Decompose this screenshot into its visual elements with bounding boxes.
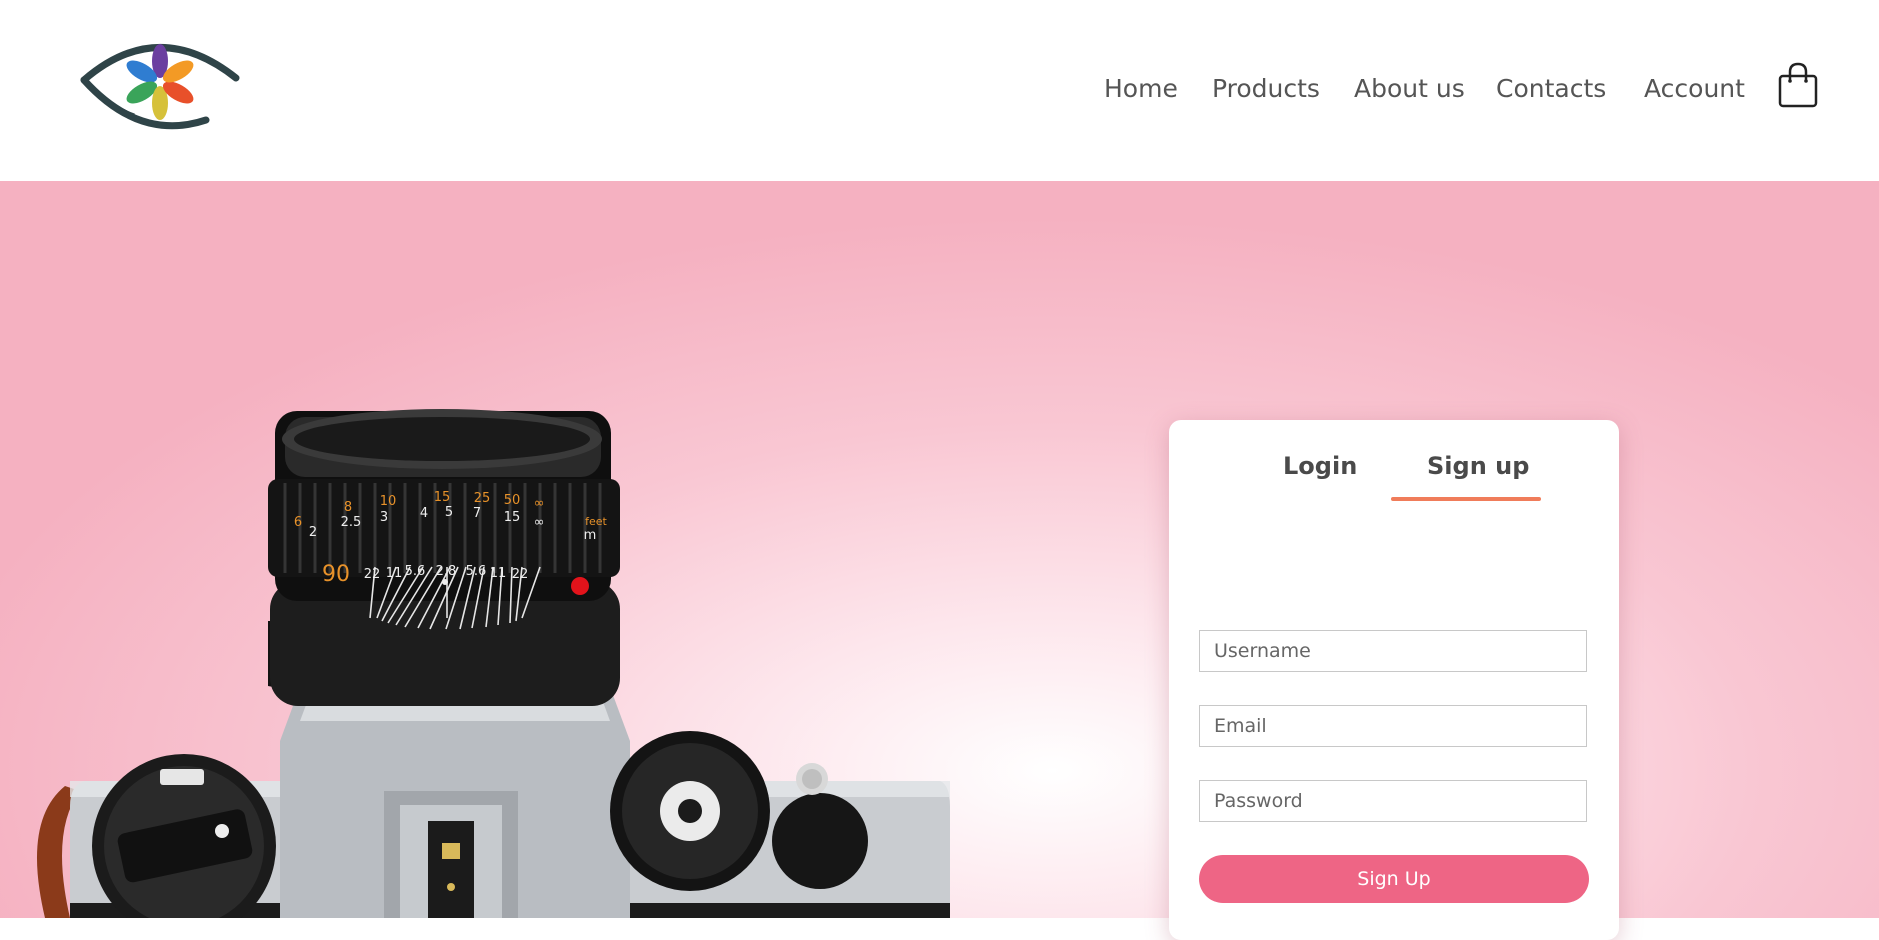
nav-about-link[interactable]: About us — [1354, 74, 1465, 103]
lens-scale-orange: 25 — [474, 491, 491, 506]
lens-scale-orange: 15 — [434, 490, 451, 505]
tab-login[interactable]: Login — [1283, 452, 1357, 480]
nav-products-link[interactable]: Products — [1212, 74, 1320, 103]
active-tab-indicator — [1391, 497, 1541, 501]
nav-account-link[interactable]: Account — [1644, 74, 1745, 103]
lens-aperture: 22 — [512, 567, 529, 582]
lens-scale-white: ∞ — [534, 515, 545, 530]
lens-scale-white: 5 — [445, 505, 453, 520]
nav-home-link[interactable]: Home — [1104, 74, 1178, 103]
lens-scale-white: 2 — [309, 525, 317, 540]
lens-aperture: 5.6 — [405, 564, 426, 579]
camera-image: 6 8 10 15 25 50 ∞ feet 2 2.5 3 4 5 7 15 … — [36, 409, 950, 918]
lens-scale-orange: ∞ — [534, 496, 545, 511]
auth-card: Login Sign up Sign Up — [1169, 420, 1619, 940]
lens-scale-white: 15 — [504, 510, 521, 525]
lens-scale-white: 4 — [420, 506, 428, 521]
lens-scale-white: 7 — [473, 506, 481, 521]
lens-scale-orange: 8 — [344, 500, 352, 515]
shopping-bag-icon[interactable] — [1778, 62, 1818, 108]
email-input[interactable] — [1199, 705, 1587, 747]
password-input[interactable] — [1199, 780, 1587, 822]
lens-aperture: 5.6 — [466, 564, 487, 579]
sign-up-button[interactable]: Sign Up — [1199, 855, 1589, 903]
lens-scale-white: 2.5 — [341, 515, 362, 530]
eye-logo-icon[interactable] — [80, 30, 240, 130]
username-input[interactable] — [1199, 630, 1587, 672]
tab-signup[interactable]: Sign up — [1427, 452, 1529, 480]
lens-scale-white: 3 — [380, 510, 388, 525]
lens-scale-orange: feet — [585, 515, 607, 528]
lens-aperture: 22 — [364, 567, 381, 582]
nav-contacts-link[interactable]: Contacts — [1496, 74, 1606, 103]
lens-scale-orange: 6 — [294, 515, 302, 530]
site-header: Home Products About us Contacts Account — [0, 0, 1879, 181]
lens-aperture: 2.8 — [436, 564, 457, 579]
lens-scale-orange: 10 — [380, 494, 397, 509]
lens-aperture: 11 — [490, 566, 507, 581]
lens-scale-orange: 50 — [504, 493, 521, 508]
lens-aperture: 11 — [386, 566, 403, 581]
lens-focal-length: 90 — [322, 562, 350, 587]
lens-scale-white: m — [584, 528, 597, 543]
